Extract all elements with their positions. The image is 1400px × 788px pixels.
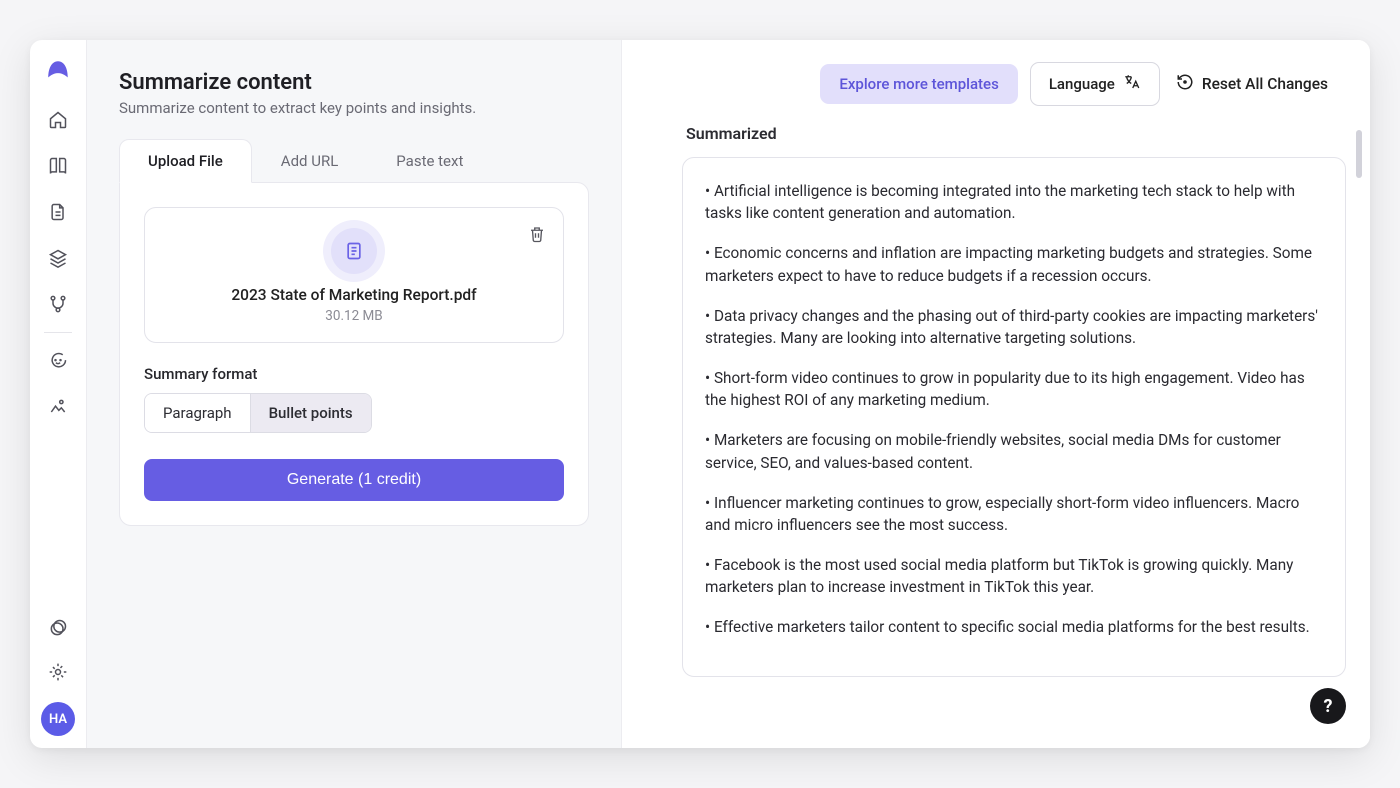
gear-icon[interactable] (44, 658, 72, 686)
language-button[interactable]: Language (1030, 62, 1160, 106)
summary-bullet: • Effective marketers tailor content to … (705, 616, 1323, 638)
input-pane: Summarize content Summarize content to e… (87, 40, 622, 748)
summary-bullet: • Facebook is the most used social media… (705, 554, 1323, 598)
input-tabs: Upload File Add URL Paste text (119, 139, 589, 183)
reset-button[interactable]: Reset All Changes (1172, 67, 1332, 101)
summary-bullet: • Economic concerns and inflation are im… (705, 242, 1323, 286)
help-button[interactable]: ? (1310, 688, 1346, 724)
reset-icon (1176, 73, 1194, 95)
file-icon (331, 228, 377, 274)
language-label: Language (1049, 75, 1115, 93)
tab-paste-text[interactable]: Paste text (367, 139, 492, 183)
summary-bullet: • Short-form video continues to grow in … (705, 367, 1323, 411)
home-icon[interactable] (44, 106, 72, 134)
book-icon[interactable] (44, 152, 72, 180)
content: Summarize content Summarize content to e… (87, 40, 1370, 748)
page-title: Summarize content (119, 70, 589, 95)
page-subtitle: Summarize content to extract key points … (119, 99, 589, 117)
summary-bullet: • Marketers are focusing on mobile-frien… (705, 429, 1323, 473)
image-icon[interactable] (44, 393, 72, 421)
output-heading: Summarized (686, 124, 1346, 143)
uploaded-file: 2023 State of Marketing Report.pdf 30.12… (144, 207, 564, 343)
summary-format-toggle: Paragraph Bullet points (144, 393, 372, 433)
summary-bullet: • Influencer marketing continues to grow… (705, 492, 1323, 536)
chat-icon[interactable] (44, 347, 72, 375)
trash-icon[interactable] (525, 222, 549, 246)
format-bullets[interactable]: Bullet points (250, 394, 371, 432)
summary-bullet: • Artificial intelligence is becoming in… (705, 180, 1323, 224)
input-card: 2023 State of Marketing Report.pdf 30.12… (119, 182, 589, 526)
sidebar-divider (44, 332, 72, 333)
format-paragraph[interactable]: Paragraph (145, 394, 250, 432)
avatar[interactable]: HA (41, 702, 75, 736)
document-icon[interactable] (44, 198, 72, 226)
git-branch-icon[interactable] (44, 290, 72, 318)
explore-templates-button[interactable]: Explore more templates (820, 64, 1017, 104)
layers-icon[interactable] (44, 244, 72, 272)
output-pane: Explore more templates Language Reset Al… (622, 40, 1370, 748)
sidebar: HA (30, 40, 87, 748)
translate-icon (1123, 73, 1141, 95)
reset-label: Reset All Changes (1202, 75, 1328, 93)
output-wrap: Summarized • Artificial intelligence is … (622, 124, 1370, 748)
file-size: 30.12 MB (163, 308, 545, 324)
tab-upload-file[interactable]: Upload File (119, 139, 252, 183)
summary-format-label: Summary format (144, 365, 564, 383)
app-window: HA Summarize content Summarize content t… (30, 40, 1370, 748)
tab-add-url[interactable]: Add URL (252, 139, 367, 183)
topbar: Explore more templates Language Reset Al… (622, 40, 1370, 124)
app-logo (45, 58, 71, 84)
file-name: 2023 State of Marketing Report.pdf (163, 286, 545, 304)
summary-bullet: • Data privacy changes and the phasing o… (705, 305, 1323, 349)
circle-icon[interactable] (44, 614, 72, 642)
generate-button[interactable]: Generate (1 credit) (144, 459, 564, 501)
scrollbar-thumb[interactable] (1356, 130, 1362, 178)
output-box[interactable]: • Artificial intelligence is becoming in… (682, 157, 1346, 677)
